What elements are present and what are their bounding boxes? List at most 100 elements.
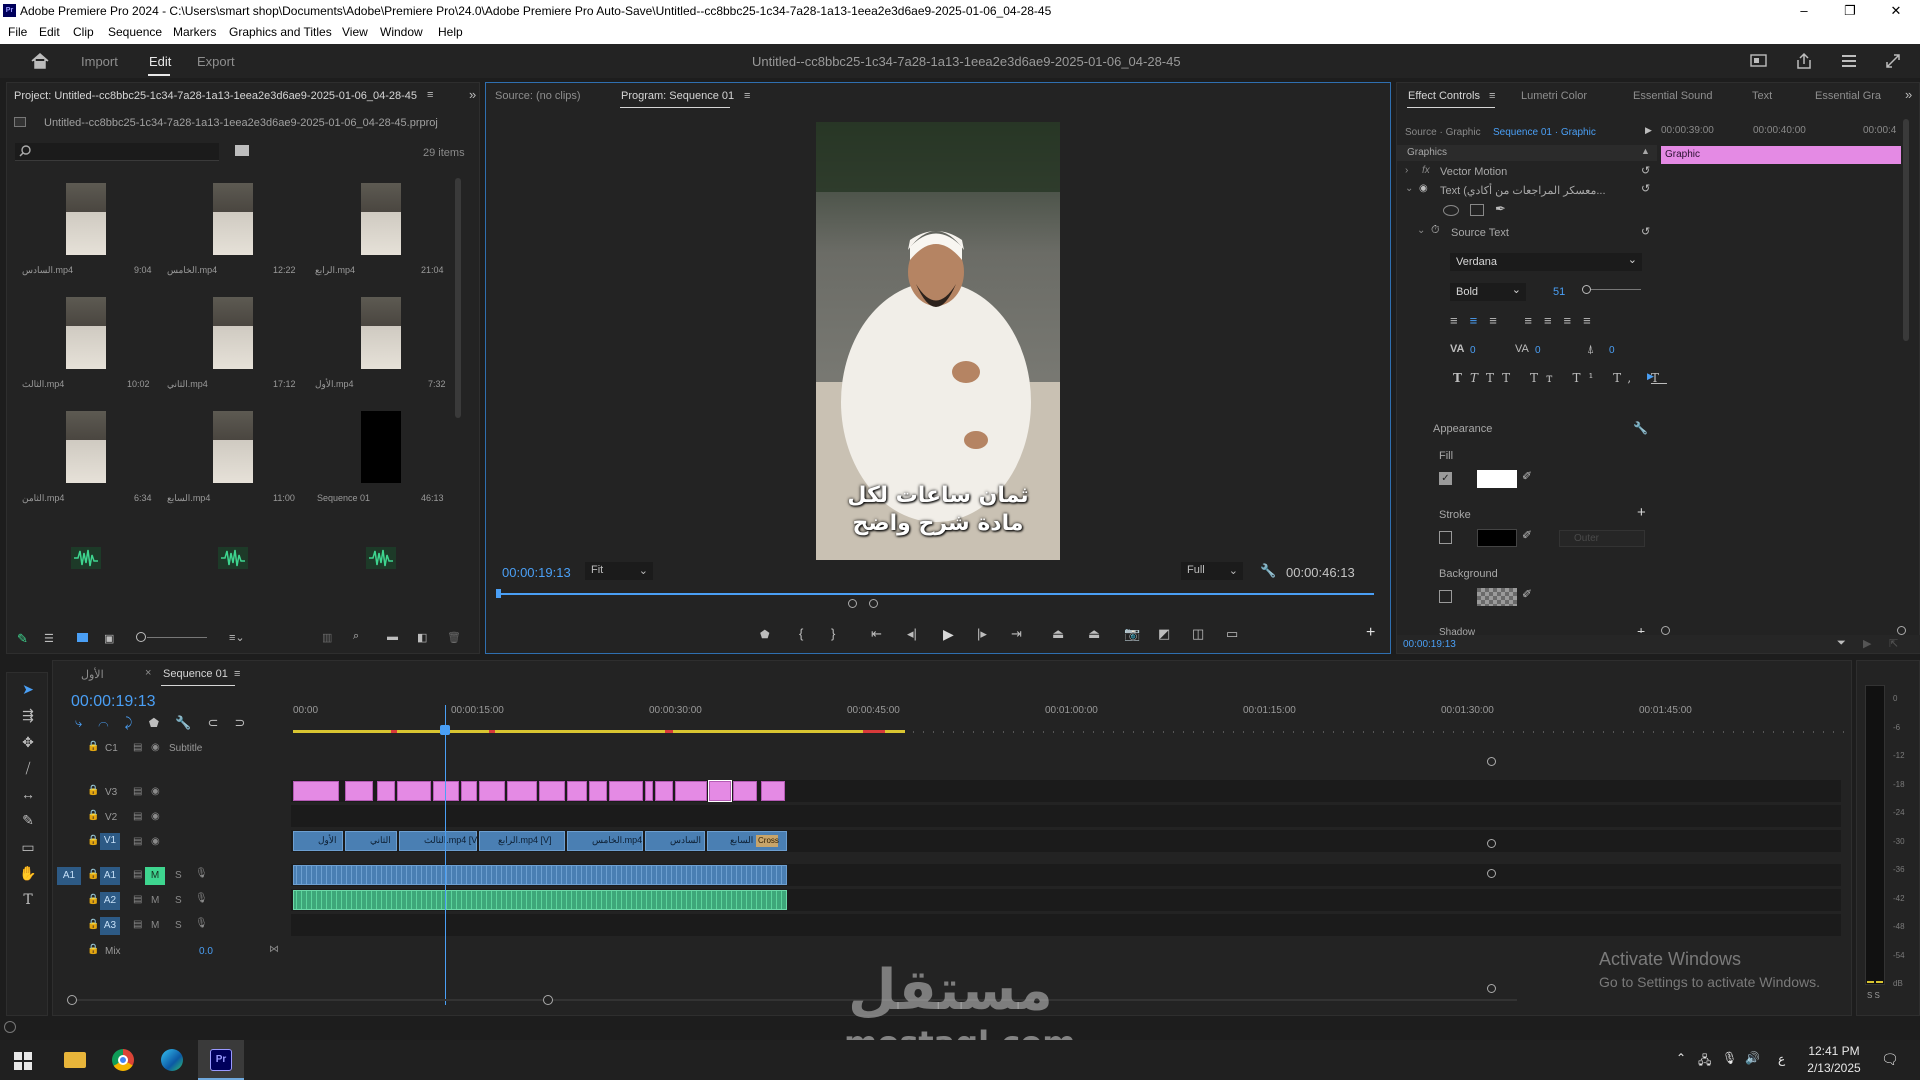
icon-view-icon[interactable] (77, 633, 88, 642)
scroll-handle[interactable] (1487, 839, 1496, 848)
tab-import[interactable]: Import (81, 54, 118, 69)
video-clip[interactable]: الأول (293, 831, 343, 851)
scroll-handle[interactable] (1487, 869, 1496, 878)
step-back-icon[interactable]: ◂| (907, 626, 917, 642)
project-tab[interactable]: Project: Untitled--cc8bbc25-1c34-7a28-1a… (14, 90, 417, 102)
panel-menu-icon[interactable]: ≡ (234, 668, 240, 680)
clock-date[interactable]: 2/13/2025 (1804, 1061, 1864, 1075)
clip-thumbnail[interactable] (213, 183, 253, 255)
lift-icon[interactable]: ⏏ (1052, 626, 1064, 642)
graphic-clip[interactable] (479, 781, 505, 801)
windows-start-icon[interactable] (14, 1052, 32, 1070)
stroke-eyedropper-icon[interactable]: ✐ (1522, 528, 1532, 542)
alignment-buttons[interactable]: ≡≡≡ ≡≡≡≡ (1450, 313, 1603, 328)
sync-icon[interactable]: ▤ (133, 919, 142, 930)
clip-thumbnail[interactable] (361, 297, 401, 369)
playhead-marker[interactable] (496, 589, 501, 598)
go-to-out-icon[interactable]: ⇥ (1011, 626, 1022, 642)
menu-view[interactable]: View (342, 25, 368, 39)
font-size-slider-handle[interactable] (1582, 285, 1591, 294)
lock-icon[interactable]: 🔒 (87, 894, 99, 905)
lock-icon[interactable]: 🔒 (87, 869, 99, 880)
graphic-clip[interactable] (461, 781, 477, 801)
new-bin-button-icon[interactable]: ▬ (387, 631, 398, 643)
ec-scrollbar[interactable] (1903, 119, 1909, 341)
eye-icon[interactable]: ◉ (151, 811, 160, 822)
show-hidden-icons-chevron[interactable]: ⌃ (1676, 1051, 1686, 1065)
video-frame[interactable]: ثمان ساعات لكل مادة شرح واضح (816, 122, 1060, 560)
zoom-slider[interactable] (147, 637, 207, 638)
fill-eyedropper-icon[interactable]: ✐ (1522, 469, 1532, 483)
edge-icon[interactable] (161, 1049, 183, 1071)
minimize-button[interactable]: – (1784, 3, 1824, 18)
quick-export-icon[interactable] (1750, 53, 1768, 69)
ec-zoom-handle-right[interactable] (1897, 626, 1906, 635)
font-dropdown[interactable]: Verdana ⌄ (1450, 253, 1642, 271)
automate-icon[interactable]: ▥ (322, 631, 332, 644)
collapse-icon[interactable]: ▲ (1641, 146, 1650, 156)
clock-time[interactable]: 12:41 PM (1804, 1044, 1864, 1058)
export-frame-icon[interactable]: 📷 (1124, 626, 1140, 642)
trash-icon[interactable]: 🗑 (447, 631, 461, 644)
zoom-handle-left[interactable] (848, 599, 857, 608)
video-clip[interactable]: الخامس.mp4 [ (567, 831, 647, 851)
rectangle-tool-icon[interactable]: ▭ (19, 839, 37, 857)
graphic-clip[interactable] (589, 781, 607, 801)
panel-menu-icon[interactable]: ≡ (744, 90, 750, 102)
timeline-tab-first[interactable]: الأول (81, 668, 104, 681)
tab-text[interactable]: Text (1752, 90, 1772, 102)
appearance-wrench-icon[interactable]: 🔧 (1633, 421, 1648, 435)
zoom-handle-right[interactable] (869, 599, 878, 608)
lock-icon[interactable]: 🔒 (87, 741, 99, 752)
quality-dropdown[interactable]: Full ⌄ (1181, 562, 1243, 580)
sequence-label[interactable]: Sequence 01 · Graphic (1493, 127, 1596, 138)
source-tab[interactable]: Source: (no clips) (495, 90, 581, 102)
list-view-icon[interactable]: ☰ (44, 632, 54, 645)
graphic-clip[interactable] (293, 781, 339, 801)
sync-icon[interactable]: ▤ (133, 836, 142, 847)
play-icon[interactable]: ▶ (943, 626, 954, 643)
menu-sequence[interactable]: Sequence (108, 25, 162, 39)
tab-edit[interactable]: Edit (149, 54, 171, 69)
graphic-clip[interactable] (377, 781, 395, 801)
track-label-a1[interactable]: A1 (100, 867, 120, 885)
button-editor-plus-icon[interactable]: + (1366, 624, 1375, 642)
menu-markers[interactable]: Markers (173, 25, 216, 39)
voiceover-mic-icon[interactable]: 🎙 (195, 918, 208, 929)
ellipse-mask-icon[interactable] (1443, 205, 1459, 216)
sync-icon[interactable]: ▤ (133, 786, 142, 797)
tracking-value[interactable]: 0 (1470, 345, 1476, 356)
eye-icon[interactable]: ◉ (151, 786, 160, 797)
volume-icon[interactable]: 🔊 (1745, 1051, 1760, 1065)
program-timecode[interactable]: 00:00:19:13 (502, 565, 571, 580)
eye-icon[interactable]: ◉ (151, 742, 160, 753)
panel-overflow-icon[interactable]: » (469, 87, 476, 102)
audio-clip-a2[interactable] (293, 890, 787, 910)
microphone-icon[interactable]: 🎙 (1722, 1051, 1737, 1065)
add-stroke-icon[interactable]: + (1637, 504, 1646, 521)
graphic-clip-bar[interactable]: Graphic (1661, 146, 1901, 164)
play-only-audio-icon[interactable]: ▶ (1863, 637, 1871, 650)
eye-icon[interactable]: ◉ (1419, 183, 1428, 194)
program-scrubber[interactable] (498, 593, 1374, 595)
export-icon[interactable]: ⇱ (1889, 637, 1898, 650)
sync-icon[interactable]: ▤ (133, 894, 142, 905)
timeline-tab-sequence[interactable]: Sequence 01 (163, 668, 228, 680)
go-to-in-icon[interactable]: ⇤ (871, 626, 882, 642)
panel-menu-icon[interactable]: ≡ (427, 89, 433, 101)
fullscreen-icon[interactable] (1884, 52, 1902, 70)
extract-icon[interactable]: ⏏ (1088, 626, 1100, 642)
razor-tool-icon[interactable]: ⧸ (19, 760, 37, 778)
close-tab-icon[interactable]: × (145, 667, 151, 679)
step-forward-icon[interactable]: |▸ (977, 626, 987, 642)
network-icon[interactable]: 🖧 (1698, 1051, 1711, 1072)
project-search-input[interactable] (15, 143, 219, 161)
freeform-view-icon[interactable]: ▣ (104, 632, 114, 645)
audio-clip-icon[interactable] (71, 547, 101, 569)
share-icon[interactable] (1795, 52, 1813, 70)
filter-icon[interactable]: ⏷ (1837, 637, 1846, 650)
baseline-value[interactable]: 0 (1609, 345, 1615, 356)
reset-icon[interactable]: ↺ (1641, 182, 1650, 195)
graphic-clip[interactable] (507, 781, 537, 801)
video-clip[interactable]: الثاني (345, 831, 397, 851)
